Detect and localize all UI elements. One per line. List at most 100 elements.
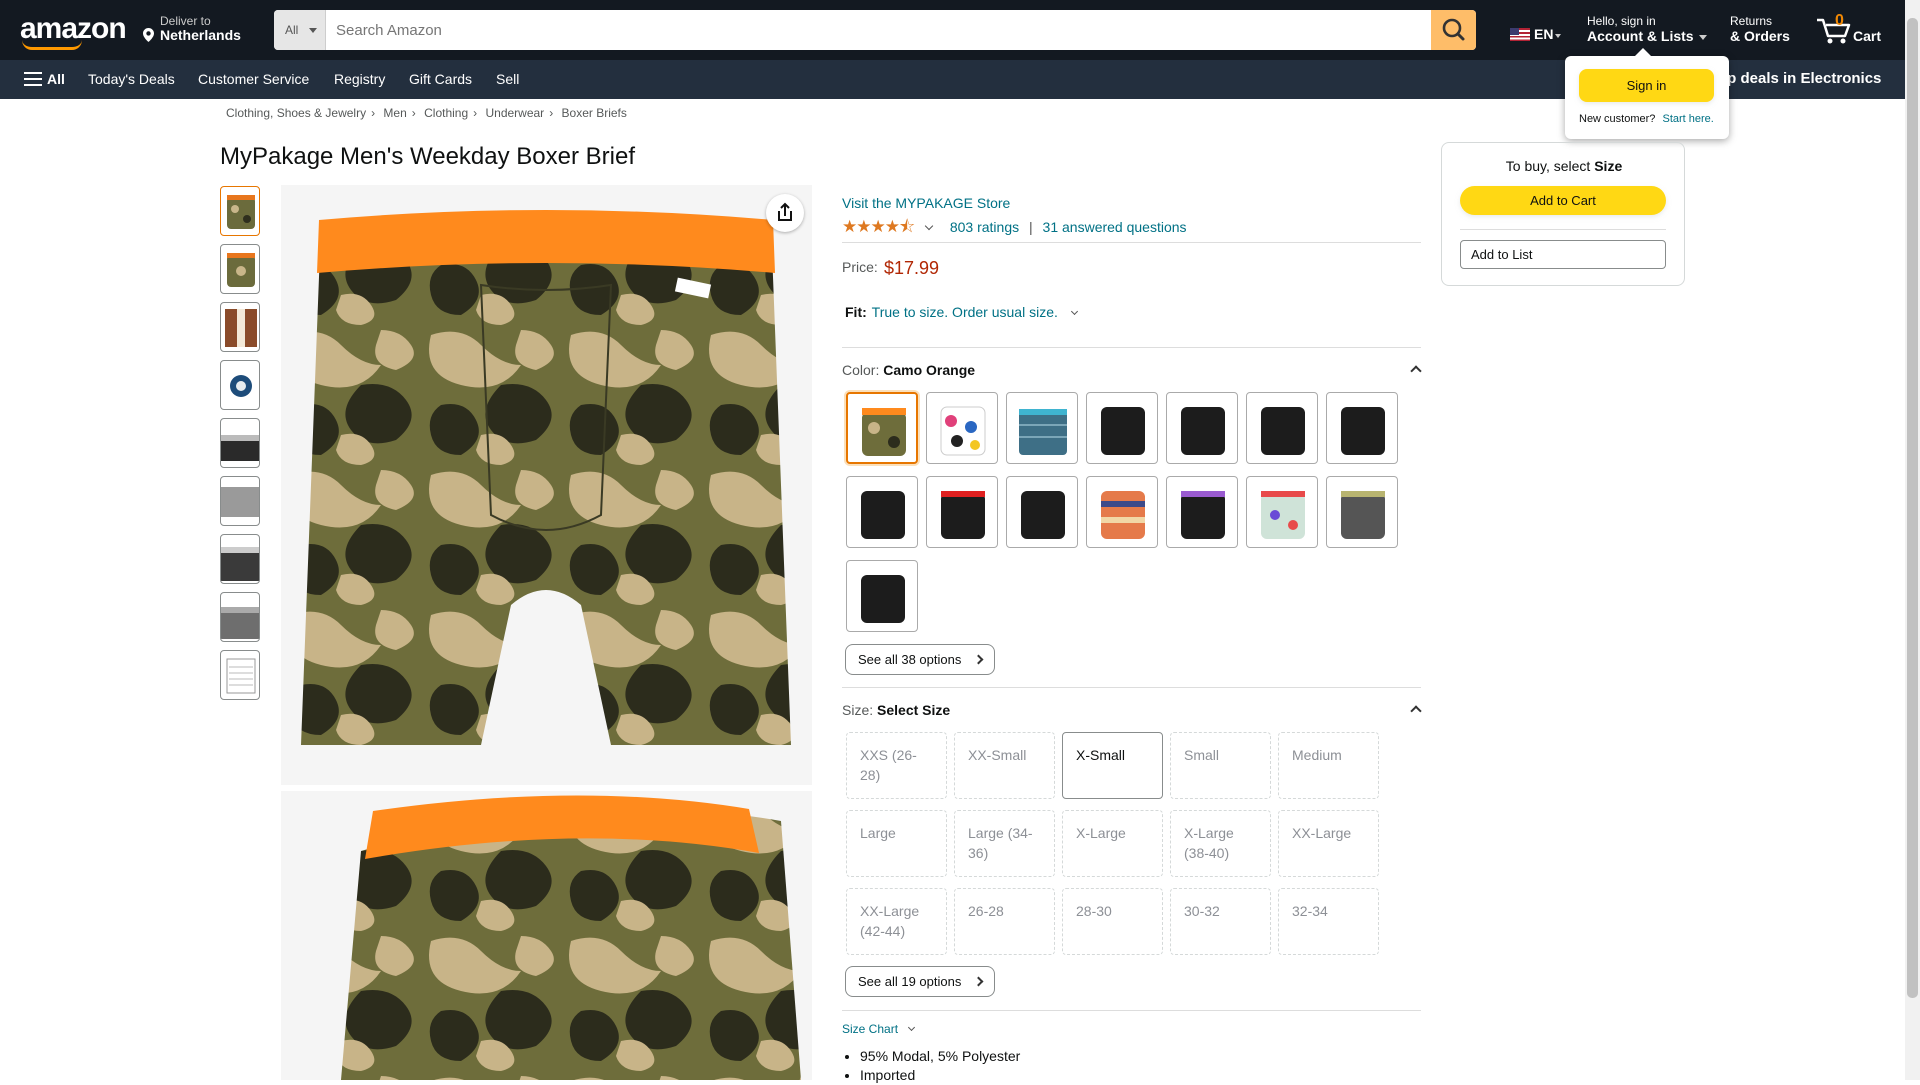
size-selected-value: Select Size: [877, 702, 951, 718]
add-to-list-button[interactable]: Add to List: [1460, 240, 1666, 269]
search-icon: [1442, 18, 1465, 41]
size-option[interactable]: X-Large (38-40): [1170, 810, 1271, 877]
promo-electronics-deals[interactable]: op deals in Electronics: [1718, 70, 1881, 87]
breadcrumb-item[interactable]: Boxer Briefs: [562, 106, 627, 120]
size-option[interactable]: X-Large: [1062, 810, 1163, 877]
see-all-colors-button[interactable]: See all 38 options: [845, 644, 995, 675]
location-pin-icon: [143, 28, 154, 45]
size-option[interactable]: 26-28: [954, 888, 1055, 955]
ratings-count-link[interactable]: 803 ratings: [950, 219, 1019, 235]
start-here-link[interactable]: Start here.: [1662, 113, 1713, 125]
fit-label: Fit:: [845, 304, 867, 320]
see-all-colors-label: See all 38 options: [858, 652, 962, 667]
page-scrollbar[interactable]: [1905, 0, 1920, 1080]
color-swatch-camo-orange[interactable]: [846, 392, 918, 464]
search-button[interactable]: [1431, 10, 1476, 50]
color-swatch[interactable]: [1326, 392, 1398, 464]
chevron-up-icon[interactable]: [1410, 705, 1422, 717]
size-chart-label: Size Chart: [842, 1022, 899, 1036]
search-category-label: All: [285, 23, 299, 37]
size-option[interactable]: Medium: [1278, 732, 1379, 799]
size-option[interactable]: Large (34-36): [954, 810, 1055, 877]
thumbnail-image[interactable]: [220, 476, 260, 526]
share-button[interactable]: [766, 194, 804, 232]
size-option[interactable]: Small: [1170, 732, 1271, 799]
nav-registry[interactable]: Registry: [334, 71, 385, 87]
color-swatch[interactable]: [926, 392, 998, 464]
size-chart-link[interactable]: Size Chart: [842, 1022, 916, 1036]
color-label: Color:: [842, 362, 880, 378]
share-icon: [778, 202, 792, 221]
breadcrumb-item[interactable]: Clothing, Shoes & Jewelry: [226, 106, 366, 120]
thumbnail-size-chart[interactable]: [220, 650, 260, 700]
color-swatch[interactable]: [1326, 476, 1398, 548]
thumbnail-image[interactable]: [220, 360, 260, 410]
returns-orders-link[interactable]: Returns & Orders: [1730, 14, 1790, 44]
main-product-image[interactable]: [281, 185, 812, 785]
color-swatch[interactable]: [1086, 392, 1158, 464]
color-swatch[interactable]: [1006, 392, 1078, 464]
color-swatch[interactable]: [1166, 476, 1238, 548]
size-option[interactable]: XXS (26-28): [846, 732, 947, 799]
size-option[interactable]: 30-32: [1170, 888, 1271, 955]
thumbnail-image[interactable]: [220, 302, 260, 352]
star-rating-icon[interactable]: ★★★★⯪: [842, 217, 915, 236]
size-option[interactable]: X-Small: [1062, 732, 1163, 799]
search-category-select[interactable]: All: [274, 10, 326, 50]
nav-gift-cards[interactable]: Gift Cards: [409, 71, 472, 87]
search-input[interactable]: [326, 10, 1424, 50]
store-link[interactable]: Visit the MYPAKAGE Store: [842, 195, 1010, 211]
color-swatch[interactable]: [926, 476, 998, 548]
chevron-down-icon: [908, 1023, 916, 1032]
thumbnail-image[interactable]: [220, 244, 260, 294]
fit-row[interactable]: Fit: True to size. Order usual size.: [845, 304, 1078, 320]
size-option[interactable]: 32-34: [1278, 888, 1379, 955]
color-swatch[interactable]: [1166, 392, 1238, 464]
size-option[interactable]: XX-Large: [1278, 810, 1379, 877]
orders-label: & Orders: [1730, 28, 1790, 44]
color-swatch[interactable]: [1246, 476, 1318, 548]
chevron-up-icon[interactable]: [1410, 365, 1422, 377]
thumbnail-image[interactable]: [220, 592, 260, 642]
divider: |: [1029, 219, 1033, 235]
nav-todays-deals[interactable]: Today's Deals: [88, 71, 175, 87]
secondary-product-image[interactable]: [281, 791, 812, 1080]
thumbnail-image[interactable]: [220, 418, 260, 468]
all-menu-label: All: [47, 71, 65, 87]
size-option[interactable]: 28-30: [1062, 888, 1163, 955]
buy-box: To buy, select Size Add to Cart Add to L…: [1441, 142, 1685, 286]
account-lists-menu[interactable]: Hello, sign in Account & Lists: [1587, 14, 1707, 44]
price-value: $17.99: [884, 258, 940, 278]
nav-sell[interactable]: Sell: [496, 71, 519, 87]
answered-questions-link[interactable]: 31 answered questions: [1043, 219, 1187, 235]
breadcrumb-item[interactable]: Men: [383, 106, 406, 120]
add-to-cart-button[interactable]: Add to Cart: [1460, 186, 1666, 215]
language-selector[interactable]: EN: [1510, 26, 1562, 42]
cart-button[interactable]: 0 Cart: [1815, 10, 1895, 50]
color-swatch[interactable]: [1246, 392, 1318, 464]
divider: [842, 1010, 1421, 1011]
nav-customer-service[interactable]: Customer Service: [198, 71, 309, 87]
color-swatch[interactable]: [1086, 476, 1158, 548]
chevron-right-icon: ›: [371, 106, 376, 120]
chevron-right-icon: ›: [549, 106, 554, 120]
see-all-sizes-button[interactable]: See all 19 options: [845, 966, 995, 997]
chevron-down-icon[interactable]: [924, 221, 934, 231]
size-option[interactable]: XX-Large (42-44): [846, 888, 947, 955]
signin-button[interactable]: Sign in: [1579, 69, 1714, 102]
size-option[interactable]: Large: [846, 810, 947, 877]
color-swatch[interactable]: [846, 476, 918, 548]
size-label: Size:: [842, 702, 874, 718]
color-label-row: Color: Camo Orange: [842, 362, 975, 378]
thumbnail-image[interactable]: [220, 186, 260, 236]
breadcrumb-item[interactable]: Underwear: [485, 106, 544, 120]
color-swatch[interactable]: [1006, 476, 1078, 548]
thumbnail-image[interactable]: [220, 534, 260, 584]
scrollbar-thumb[interactable]: [1907, 18, 1918, 998]
color-selected-value: Camo Orange: [883, 362, 976, 378]
language-label: EN: [1534, 26, 1554, 42]
returns-label: Returns: [1730, 14, 1773, 28]
breadcrumb-item[interactable]: Clothing: [424, 106, 468, 120]
size-option[interactable]: XX-Small: [954, 732, 1055, 799]
color-swatch[interactable]: [846, 560, 918, 632]
